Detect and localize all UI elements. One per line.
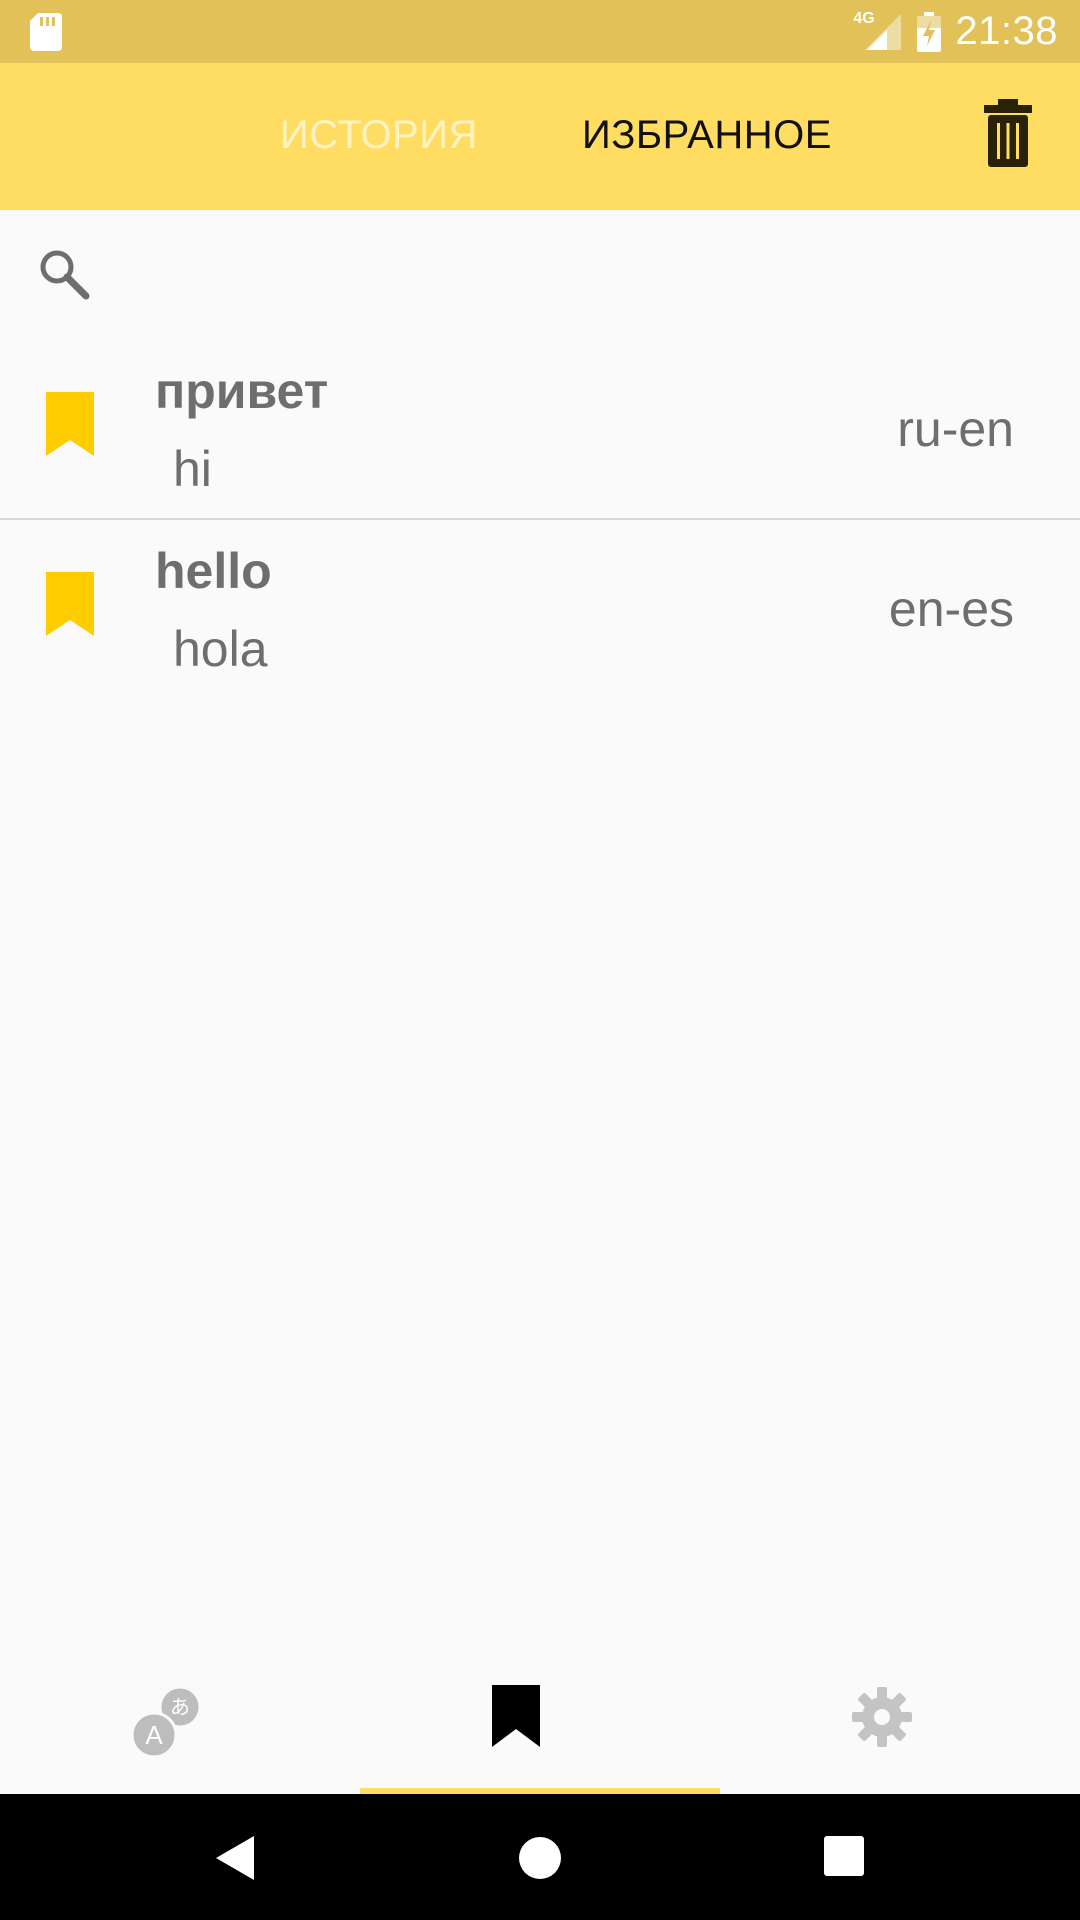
search-bar	[0, 210, 1080, 340]
bottom-navigation: あ A	[0, 1645, 1080, 1794]
search-input[interactable]	[110, 240, 1040, 310]
language-pair: en-es	[888, 581, 1014, 637]
nav-settings-button[interactable]	[850, 1685, 950, 1785]
battery-charging-icon	[917, 11, 942, 52]
svg-text:A: A	[145, 1720, 163, 1750]
system-navigation-bar	[0, 1794, 1080, 1920]
recents-icon[interactable]	[824, 1836, 864, 1876]
tab-history[interactable]: ИСТОРИЯ	[280, 113, 478, 158]
clear-button[interactable]	[984, 99, 1032, 167]
trash-icon	[984, 99, 1032, 167]
status-bar: 4G 21:38	[0, 0, 1080, 63]
translate-icon: あ A	[130, 1685, 202, 1759]
sd-card-icon	[30, 12, 62, 51]
home-icon[interactable]	[518, 1836, 562, 1880]
language-pair: ru-en	[897, 401, 1014, 457]
svg-text:あ: あ	[170, 1695, 190, 1719]
cellular-signal-icon: 4G	[853, 10, 903, 52]
list-item[interactable]: hello hola en-es	[0, 520, 1080, 700]
bookmark-icon[interactable]	[46, 392, 94, 456]
translation-word: hola	[173, 621, 268, 677]
favorites-list: привет hi ru-en hello hola en-es	[0, 340, 1080, 700]
bookmark-icon[interactable]	[46, 572, 94, 636]
translation-word: hi	[173, 441, 212, 497]
status-time: 21:38	[955, 9, 1058, 53]
gear-icon	[852, 1687, 912, 1747]
list-item[interactable]: привет hi ru-en	[0, 340, 1080, 520]
tab-favorites[interactable]: ИЗБРАННОЕ	[582, 113, 832, 158]
bookmark-icon	[492, 1685, 540, 1747]
search-icon[interactable]	[36, 246, 92, 302]
nav-translate-button[interactable]: あ A	[128, 1683, 228, 1783]
top-toolbar: ИСТОРИЯ ИЗБРАННОЕ	[0, 63, 1080, 210]
back-icon[interactable]	[216, 1836, 256, 1880]
source-word: hello	[155, 543, 272, 599]
source-word: привет	[155, 363, 329, 419]
nav-favorites-button[interactable]	[488, 1685, 588, 1785]
